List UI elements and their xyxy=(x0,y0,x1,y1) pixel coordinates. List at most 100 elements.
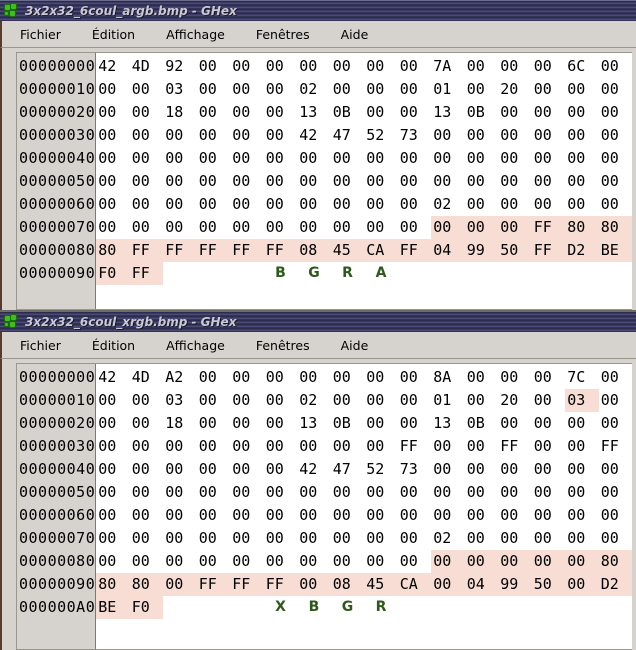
hex-byte[interactable]: 0B xyxy=(465,101,499,124)
hex-byte[interactable]: 00 xyxy=(532,170,566,193)
hex-byte[interactable]: 08 xyxy=(297,239,331,262)
hex-byte[interactable]: 00 xyxy=(163,504,197,527)
hex-byte[interactable]: 00 xyxy=(163,435,197,458)
ghex-molecule-icon[interactable] xyxy=(4,3,20,19)
hex-byte[interactable]: 00 xyxy=(364,147,398,170)
hex-byte[interactable]: 00 xyxy=(297,435,331,458)
hex-byte[interactable]: 00 xyxy=(431,435,465,458)
hex-byte[interactable]: 00 xyxy=(532,435,566,458)
hex-byte[interactable]: 00 xyxy=(498,527,532,550)
hex-byte[interactable]: 00 xyxy=(297,170,331,193)
hex-byte[interactable]: 00 xyxy=(465,147,499,170)
hex-byte[interactable]: 80 xyxy=(565,216,599,239)
hex-byte[interactable]: 00 xyxy=(565,504,599,527)
hex-byte[interactable]: 00 xyxy=(96,147,130,170)
hex-byte[interactable]: 00 xyxy=(297,481,331,504)
hex-byte[interactable]: 00 xyxy=(599,193,633,216)
hex-byte[interactable]: 00 xyxy=(96,193,130,216)
hex-byte[interactable]: 00 xyxy=(565,124,599,147)
hex-byte[interactable]: 00 xyxy=(599,170,633,193)
hex-byte[interactable]: 18 xyxy=(163,101,197,124)
hex-byte[interactable]: 00 xyxy=(96,435,130,458)
hex-byte[interactable]: 03 xyxy=(163,78,197,101)
hex-byte[interactable]: FF xyxy=(196,239,231,262)
hex-row[interactable]: F0 FF B G R A xyxy=(96,262,636,285)
hex-row[interactable]: 00 00 00 00 00 00 00 00 00 00 00 00 00 00 00 00 xyxy=(96,481,636,504)
hex-byte[interactable]: 00 xyxy=(331,435,365,458)
channel-label[interactable]: G xyxy=(331,596,365,619)
hex-byte[interactable]: 00 xyxy=(398,527,432,550)
hex-byte[interactable]: 00 xyxy=(264,216,298,239)
hex-byte[interactable]: 00 xyxy=(230,101,264,124)
hex-byte[interactable]: 00 xyxy=(130,458,164,481)
hex-byte[interactable]: 00 xyxy=(364,481,398,504)
hex-byte[interactable]: 42 xyxy=(96,55,130,78)
hex-byte[interactable]: 4D xyxy=(130,55,164,78)
hex-byte[interactable]: 80 xyxy=(598,550,633,573)
hex-byte[interactable]: 00 xyxy=(498,550,532,573)
hex-byte[interactable]: 00 xyxy=(331,389,365,412)
hex-byte[interactable]: FF xyxy=(263,573,298,596)
hex-byte[interactable]: 00 xyxy=(599,366,633,389)
hex-byte[interactable]: 00 xyxy=(565,170,599,193)
hex-byte[interactable]: 00 xyxy=(130,412,164,435)
hex-byte[interactable]: 00 xyxy=(398,481,432,504)
hex-byte[interactable]: 00 xyxy=(364,412,398,435)
hex-byte[interactable]: 02 xyxy=(431,193,465,216)
hex-byte[interactable]: 00 xyxy=(264,527,298,550)
menu-item-affichage[interactable]: Affichage xyxy=(166,27,225,42)
hex-byte[interactable]: 00 xyxy=(163,481,197,504)
hex-byte[interactable]: 00 xyxy=(565,412,599,435)
hex-byte[interactable]: 00 xyxy=(197,147,231,170)
hex-byte[interactable]: 02 xyxy=(297,78,331,101)
hex-byte[interactable]: 00 xyxy=(331,193,365,216)
hex-byte[interactable]: 00 xyxy=(197,55,231,78)
hex-byte[interactable]: 13 xyxy=(297,412,331,435)
hex-byte[interactable]: 00 xyxy=(398,170,432,193)
hex-byte[interactable]: 8A xyxy=(431,366,465,389)
hex-byte[interactable]: 00 xyxy=(130,101,164,124)
hex-byte[interactable]: 00 xyxy=(96,389,130,412)
hex-byte[interactable]: FF xyxy=(230,239,264,262)
hex-byte[interactable]: 7A xyxy=(431,55,465,78)
hex-byte[interactable]: 00 xyxy=(163,550,197,573)
hex-byte[interactable]: 00 xyxy=(498,124,532,147)
hex-byte[interactable]: 00 xyxy=(130,216,164,239)
hex-byte[interactable]: 45 xyxy=(330,239,365,262)
hex-byte[interactable]: 00 xyxy=(230,366,264,389)
hex-byte[interactable]: 47 xyxy=(331,458,365,481)
hex-byte[interactable]: 00 xyxy=(197,458,231,481)
menu-item-aide[interactable]: Aide xyxy=(341,338,369,353)
hex-byte[interactable]: 00 xyxy=(498,412,532,435)
hex-byte[interactable]: 00 xyxy=(532,481,566,504)
hex-byte[interactable]: 00 xyxy=(565,481,599,504)
hex-byte[interactable]: 00 xyxy=(431,124,465,147)
hex-byte[interactable]: 00 xyxy=(532,504,566,527)
hex-byte[interactable]: BE xyxy=(598,239,633,262)
hex-byte[interactable]: 00 xyxy=(364,193,398,216)
hex-byte[interactable]: 00 xyxy=(565,78,599,101)
menu-item-fentres[interactable]: Fenêtres xyxy=(256,27,310,42)
hex-byte[interactable]: 00 xyxy=(96,550,130,573)
hex-byte[interactable]: 00 xyxy=(130,147,164,170)
hex-byte[interactable]: 00 xyxy=(532,389,566,412)
hex-byte[interactable]: 00 xyxy=(398,504,432,527)
hex-byte[interactable]: 00 xyxy=(130,124,164,147)
hex-byte[interactable]: 0B xyxy=(331,101,365,124)
hex-byte[interactable]: 00 xyxy=(163,216,197,239)
hex-byte[interactable]: 4D xyxy=(130,366,164,389)
hex-byte[interactable]: 00 xyxy=(130,481,164,504)
hex-byte[interactable]: 00 xyxy=(398,147,432,170)
hex-byte[interactable]: 02 xyxy=(431,527,465,550)
hex-byte[interactable]: 00 xyxy=(599,481,633,504)
hex-byte[interactable]: 00 xyxy=(398,78,432,101)
hex-byte[interactable]: 00 xyxy=(297,504,331,527)
hex-byte[interactable]: 00 xyxy=(331,147,365,170)
hex-byte[interactable]: 00 xyxy=(532,101,566,124)
channel-label[interactable]: B xyxy=(297,596,331,619)
hex-byte[interactable]: 7C xyxy=(565,366,599,389)
hex-byte[interactable]: 00 xyxy=(264,481,298,504)
hex-row[interactable]: 80 80 00 FF FF FF 00 08 45 CA 00 04 99 50 00 D2 xyxy=(96,573,636,596)
hex-byte[interactable]: 00 xyxy=(431,216,465,239)
hex-byte[interactable]: 00 xyxy=(465,366,499,389)
